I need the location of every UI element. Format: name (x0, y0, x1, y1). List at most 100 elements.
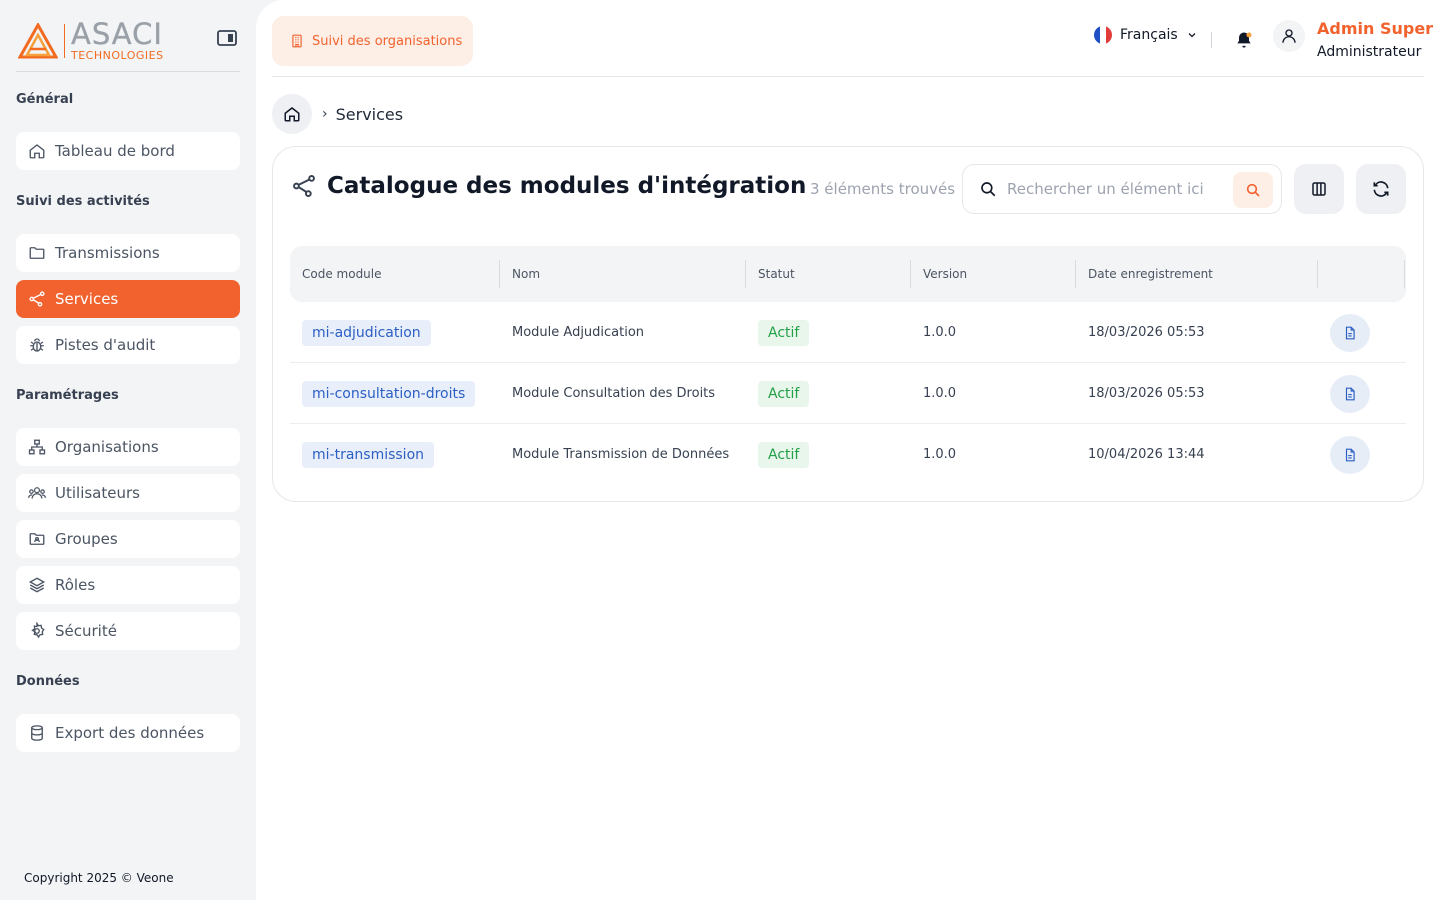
catalog-card: Catalogue des modules d'intégration 3 él… (272, 146, 1424, 502)
search-box (962, 164, 1282, 214)
cell-code: mi-transmission (290, 424, 435, 485)
module-code-badge[interactable]: mi-adjudication (302, 319, 431, 346)
copyright: Copyright 2025 © Veone (24, 871, 174, 885)
table-row: mi-consultation-droits Module Consultati… (290, 363, 1406, 424)
cell-actions (1318, 424, 1370, 485)
document-icon (1345, 448, 1355, 461)
bug-icon (28, 336, 46, 354)
france-flag-icon (1094, 26, 1112, 44)
sidebar: ASACI TECHNOLOGIES Général Tableau de bo… (0, 0, 256, 900)
share-icon (293, 175, 315, 197)
users-icon (28, 484, 46, 502)
sidebar-item-transmissions[interactable]: Transmissions (16, 234, 240, 272)
main-content: Suivi des organisations Français Admin S… (256, 0, 1440, 900)
sidebar-item-label: Rôles (55, 576, 96, 594)
view-document-button[interactable] (1330, 435, 1370, 474)
sidebar-item-pistes-audit[interactable]: Pistes d'audit (16, 326, 240, 364)
cell-status: Actif (746, 302, 810, 363)
asaci-logo-icon (18, 22, 58, 58)
search-input[interactable] (1007, 180, 1227, 198)
suivi-organisations-button[interactable]: Suivi des organisations (272, 16, 473, 66)
sidebar-item-groupes[interactable]: Groupes (16, 520, 240, 558)
user-name[interactable]: Admin Super (1317, 19, 1433, 38)
cell-name: Module Consultation des Droits (512, 386, 716, 401)
sidebar-item-label: Transmissions (55, 244, 160, 262)
language-label: Français (1120, 27, 1178, 43)
section-donnees: Données (16, 674, 80, 689)
column-header-date[interactable]: Date enregistrement (1076, 246, 1213, 302)
sidebar-collapse-icon[interactable] (216, 28, 238, 48)
view-document-button[interactable] (1330, 374, 1370, 413)
brand-subtitle: TECHNOLOGIES (71, 49, 164, 62)
avatar[interactable] (1273, 20, 1305, 52)
cell-actions (1318, 302, 1370, 363)
sidebar-item-label: Groupes (55, 530, 118, 548)
sidebar-item-organisations[interactable]: Organisations (16, 428, 240, 466)
brand-logo[interactable]: ASACI TECHNOLOGIES (18, 17, 164, 62)
layers-icon (28, 576, 46, 594)
folder-group-icon (28, 530, 46, 548)
building-icon (292, 34, 302, 48)
sidebar-item-label: Utilisateurs (55, 484, 140, 502)
cell-date: 18/03/2026 05:53 (1088, 325, 1205, 340)
home-icon (28, 142, 46, 160)
status-badge: Actif (758, 380, 810, 407)
search-icon (981, 182, 996, 197)
sidebar-item-label: Pistes d'audit (55, 336, 156, 354)
sitemap-icon (28, 438, 46, 456)
refresh-button[interactable] (1356, 164, 1406, 214)
section-suivi: Suivi des activités (16, 194, 150, 209)
page-title: Catalogue des modules d'intégration (327, 173, 807, 199)
folder-icon (28, 244, 46, 262)
cell-code: mi-consultation-droits (290, 363, 476, 424)
logo-separator (64, 23, 65, 58)
user-icon (1282, 29, 1296, 43)
results-count: 3 éléments trouvés (810, 180, 956, 198)
breadcrumb: › Services (272, 94, 403, 134)
column-header-version[interactable]: Version (911, 246, 967, 302)
language-selector[interactable]: Français (1094, 26, 1198, 44)
column-divider (1404, 260, 1405, 288)
breadcrumb-current: Services (335, 104, 404, 124)
status-badge: Actif (758, 441, 810, 468)
status-badge: Actif (758, 319, 810, 346)
top-bar: Suivi des organisations Français Admin S… (272, 0, 1433, 77)
table-row: mi-adjudication Module Adjudication Acti… (290, 302, 1406, 363)
module-code-badge[interactable]: mi-consultation-droits (302, 380, 476, 407)
cell-date: 10/04/2026 13:44 (1088, 447, 1205, 462)
cell-name: Module Transmission de Données (512, 447, 730, 462)
cell-version: 1.0.0 (923, 325, 957, 340)
database-icon (28, 724, 46, 742)
breadcrumb-home-button[interactable] (272, 94, 312, 134)
header-divider (1211, 32, 1212, 48)
cell-code: mi-adjudication (290, 302, 431, 363)
search-button[interactable] (1233, 172, 1273, 208)
search-icon (1246, 183, 1260, 197)
gear-icon (28, 622, 46, 640)
column-header-code[interactable]: Code module (290, 246, 382, 302)
sidebar-item-label: Export des données (55, 724, 205, 742)
cell-version: 1.0.0 (923, 447, 957, 462)
brand-name: ASACI (71, 17, 163, 51)
cell-date: 18/03/2026 05:53 (1088, 386, 1205, 401)
sidebar-item-services[interactable]: Services (16, 280, 240, 318)
columns-icon (1312, 182, 1326, 196)
module-code-badge[interactable]: mi-transmission (302, 441, 435, 468)
sidebar-item-tableau-de-bord[interactable]: Tableau de bord (16, 132, 240, 170)
chevron-right-icon: › (322, 106, 328, 122)
sidebar-item-roles[interactable]: Rôles (16, 566, 240, 604)
user-role: Administrateur (1317, 44, 1422, 60)
sidebar-item-utilisateurs[interactable]: Utilisateurs (16, 474, 240, 512)
table-header: Code module Nom Statut Version Date enre… (290, 246, 1406, 302)
column-header-statut[interactable]: Statut (746, 246, 795, 302)
column-header-nom[interactable]: Nom (500, 246, 540, 302)
logo-row: ASACI TECHNOLOGIES (16, 16, 240, 72)
view-document-button[interactable] (1330, 313, 1370, 352)
document-icon (1345, 326, 1355, 339)
share-icon (28, 290, 46, 308)
sidebar-item-export-donnees[interactable]: Export des données (16, 714, 240, 752)
notification-bell-icon[interactable] (1234, 30, 1254, 50)
columns-button[interactable] (1294, 164, 1344, 214)
sidebar-item-securite[interactable]: Sécurité (16, 612, 240, 650)
section-parametrages: Paramétrages (16, 388, 119, 403)
